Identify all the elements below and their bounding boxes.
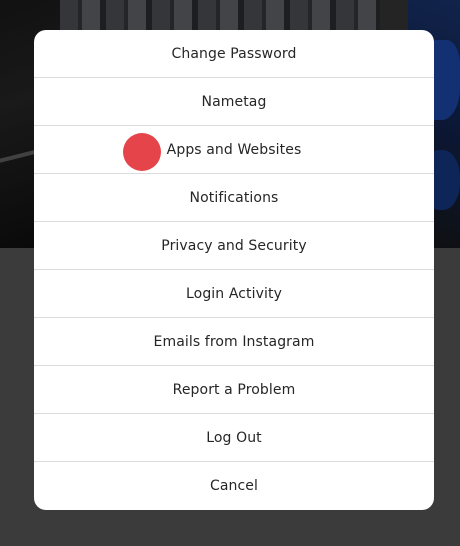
nametag-button[interactable]: Nametag bbox=[34, 78, 434, 126]
page: Change Password Nametag Apps and Website… bbox=[0, 0, 460, 546]
click-indicator bbox=[123, 133, 161, 171]
change-password-button[interactable]: Change Password bbox=[34, 30, 434, 78]
apps-and-websites-button[interactable]: Apps and Websites bbox=[34, 126, 434, 174]
log-out-button[interactable]: Log Out bbox=[34, 414, 434, 462]
login-activity-button[interactable]: Login Activity bbox=[34, 270, 434, 318]
privacy-and-security-button[interactable]: Privacy and Security bbox=[34, 222, 434, 270]
report-a-problem-button[interactable]: Report a Problem bbox=[34, 366, 434, 414]
settings-options-dialog: Change Password Nametag Apps and Website… bbox=[34, 30, 434, 510]
emails-from-instagram-button[interactable]: Emails from Instagram bbox=[34, 318, 434, 366]
notifications-button[interactable]: Notifications bbox=[34, 174, 434, 222]
cancel-button[interactable]: Cancel bbox=[34, 462, 434, 509]
